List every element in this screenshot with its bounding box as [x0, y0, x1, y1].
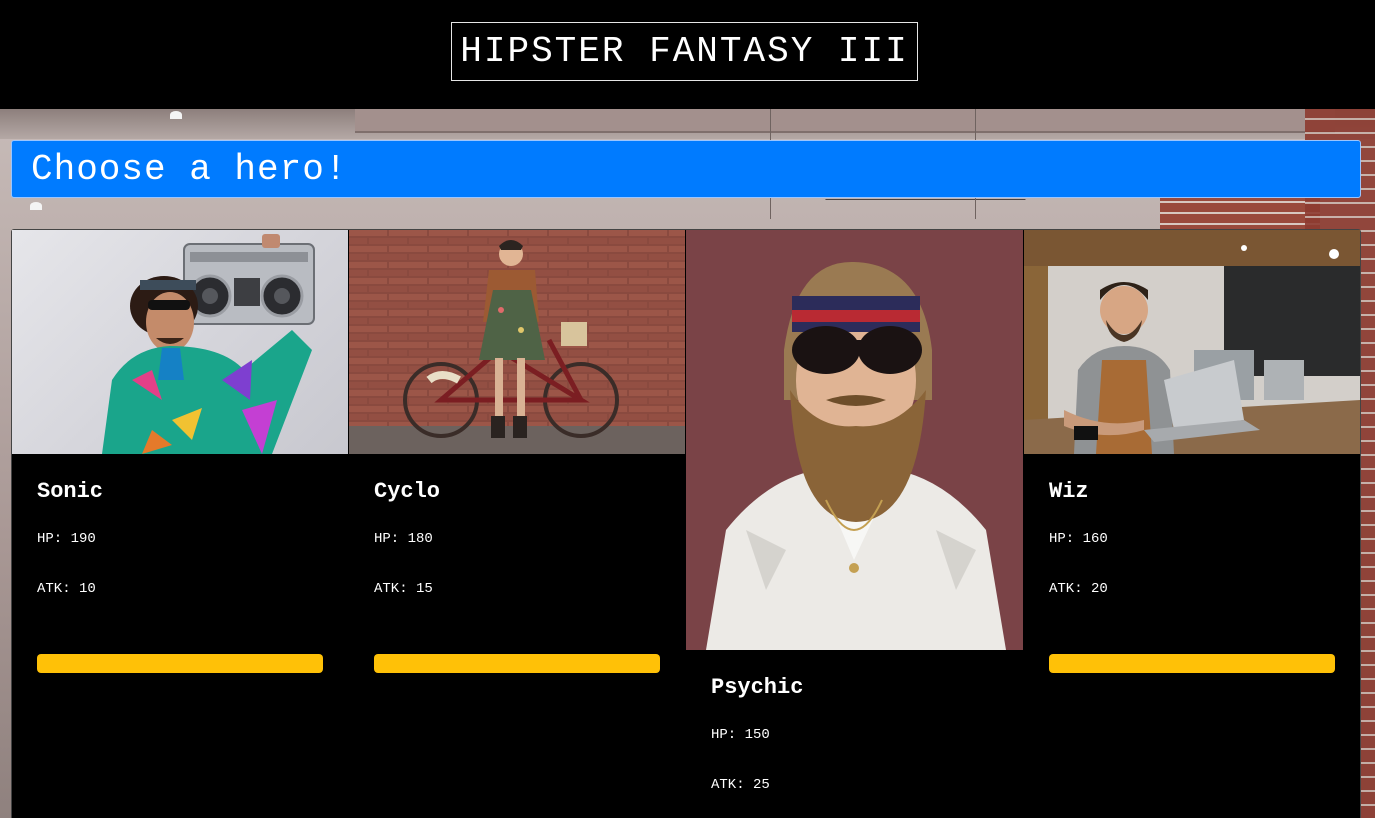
hero-card-body: Sonic HP: 190 ATK: 10	[37, 454, 327, 684]
select-hero-button[interactable]	[374, 654, 660, 673]
psychic-hero-photo	[686, 230, 1023, 650]
hero-name: Psychic	[711, 675, 804, 700]
hero-hp: HP: 190	[37, 531, 96, 547]
hero-card-wiz[interactable]: Wiz HP: 160 ATK: 20	[1024, 230, 1360, 818]
ceiling-lamp	[30, 202, 42, 210]
wiz-hero-photo	[1024, 230, 1360, 454]
page-title: HIPSTER FANTASY III	[451, 22, 918, 81]
hero-card-body: Cyclo HP: 180 ATK: 15	[374, 454, 664, 684]
page-header: HIPSTER FANTASY III	[0, 0, 1375, 109]
select-hero-button[interactable]	[37, 654, 323, 673]
geometric-light-fixture	[814, 199, 1026, 230]
brick-wall-segment	[1160, 194, 1320, 234]
hero-atk: ATK: 20	[1049, 581, 1108, 597]
hero-hp: HP: 150	[711, 727, 770, 743]
cyclo-hero-photo	[349, 230, 685, 454]
sonic-hero-photo	[12, 230, 348, 454]
hero-name: Sonic	[37, 479, 104, 504]
page: HIPSTER FANTASY III Choose a hero! Sonic…	[0, 0, 1375, 818]
hero-card-body: Psychic HP: 150 ATK: 25	[711, 650, 1001, 818]
hero-name: Wiz	[1049, 479, 1089, 504]
hero-hp: HP: 160	[1049, 531, 1108, 547]
hero-name: Cyclo	[374, 479, 441, 504]
ceiling-beam	[355, 109, 1335, 133]
hero-card-body: Wiz HP: 160 ATK: 20	[1049, 454, 1339, 684]
hero-atk: ATK: 25	[711, 777, 770, 793]
hero-atk: ATK: 15	[374, 581, 433, 597]
hero-atk: ATK: 10	[37, 581, 96, 597]
choose-hero-banner: Choose a hero!	[11, 140, 1361, 198]
hero-card-sonic[interactable]: Sonic HP: 190 ATK: 10	[12, 230, 348, 818]
hero-hp: HP: 180	[374, 531, 433, 547]
select-hero-button[interactable]	[1049, 654, 1335, 673]
hero-card-cyclo[interactable]: Cyclo HP: 180 ATK: 15	[349, 230, 685, 818]
hero-card-psychic[interactable]: Psychic HP: 150 ATK: 25	[686, 230, 1023, 818]
hero-card-list: Sonic HP: 190 ATK: 10 Cyclo HP: 180 ATK:…	[11, 229, 1361, 818]
ceiling-lamp	[170, 111, 182, 119]
